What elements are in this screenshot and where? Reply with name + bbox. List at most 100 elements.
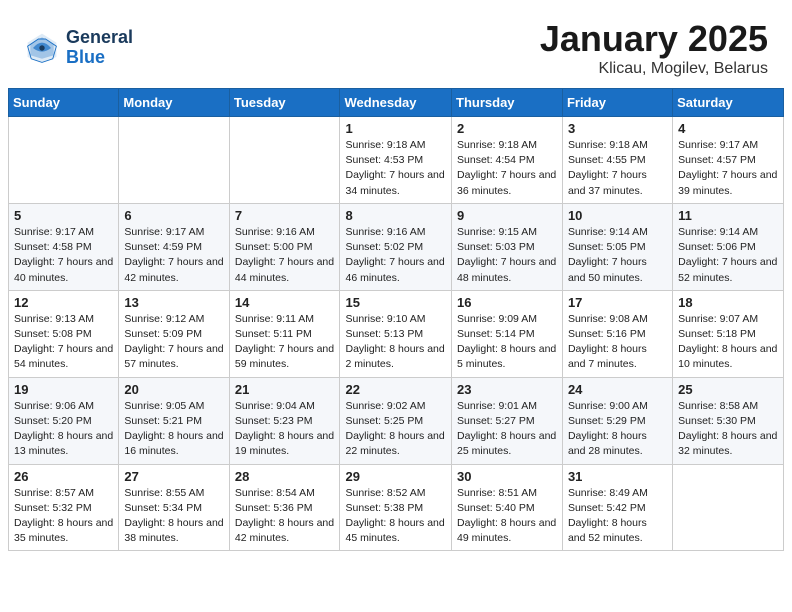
calendar-cell: 14 Sunrise: 9:11 AMSunset: 5:11 PMDayligh… xyxy=(229,290,340,377)
day-number: 3 xyxy=(568,121,667,136)
weekday-header-tuesday: Tuesday xyxy=(229,89,340,117)
day-info: Sunrise: 9:14 AMSunset: 5:06 PMDaylight:… xyxy=(678,225,778,286)
day-number: 31 xyxy=(568,469,667,484)
day-number: 13 xyxy=(124,295,223,310)
calendar-cell: 17 Sunrise: 9:08 AMSunset: 5:16 PMDayligh… xyxy=(562,290,672,377)
day-info: Sunrise: 9:01 AMSunset: 5:27 PMDaylight:… xyxy=(457,399,557,460)
day-info: Sunrise: 9:16 AMSunset: 5:00 PMDaylight:… xyxy=(235,225,335,286)
day-number: 10 xyxy=(568,208,667,223)
day-info: Sunrise: 9:18 AMSunset: 4:54 PMDaylight:… xyxy=(457,138,557,199)
calendar-cell xyxy=(119,117,229,204)
day-number: 4 xyxy=(678,121,778,136)
day-info: Sunrise: 9:02 AMSunset: 5:25 PMDaylight:… xyxy=(345,399,446,460)
day-number: 26 xyxy=(14,469,113,484)
day-number: 24 xyxy=(568,382,667,397)
calendar-week-3: 12 Sunrise: 9:13 AMSunset: 5:08 PMDayligh… xyxy=(9,290,784,377)
day-number: 6 xyxy=(124,208,223,223)
calendar-cell: 4 Sunrise: 9:17 AMSunset: 4:57 PMDaylight… xyxy=(673,117,784,204)
calendar-cell: 18Sunrise: 9:07 AMSunset: 5:18 PMDayligh… xyxy=(673,290,784,377)
day-info: Sunrise: 9:16 AMSunset: 5:02 PMDaylight:… xyxy=(345,225,446,286)
day-info: Sunrise: 9:17 AMSunset: 4:57 PMDaylight:… xyxy=(678,138,778,199)
calendar-cell: 19Sunrise: 9:06 AMSunset: 5:20 PMDayligh… xyxy=(9,377,119,464)
weekday-header: SundayMondayTuesdayWednesdayThursdayFrid… xyxy=(9,89,784,117)
weekday-header-monday: Monday xyxy=(119,89,229,117)
calendar-week-5: 26 Sunrise: 8:57 AMSunset: 5:32 PMDayligh… xyxy=(9,464,784,551)
day-info: Sunrise: 9:15 AMSunset: 5:03 PMDaylight:… xyxy=(457,225,557,286)
day-number: 1 xyxy=(345,121,446,136)
day-info: Sunrise: 8:55 AMSunset: 5:34 PMDaylight:… xyxy=(124,486,223,547)
location: Klicau, Mogilev, Belarus xyxy=(540,60,768,78)
day-number: 5 xyxy=(14,208,113,223)
day-number: 15 xyxy=(345,295,446,310)
calendar-cell: 27 Sunrise: 8:55 AMSunset: 5:34 PMDayligh… xyxy=(119,464,229,551)
calendar-week-4: 19Sunrise: 9:06 AMSunset: 5:20 PMDayligh… xyxy=(9,377,784,464)
day-info: Sunrise: 9:13 AMSunset: 5:08 PMDaylight:… xyxy=(14,312,113,373)
calendar-cell: 29 Sunrise: 8:52 AMSunset: 5:38 PMDayligh… xyxy=(340,464,452,551)
day-number: 12 xyxy=(14,295,113,310)
weekday-header-friday: Friday xyxy=(562,89,672,117)
calendar-cell: 30 Sunrise: 8:51 AMSunset: 5:40 PMDayligh… xyxy=(452,464,563,551)
calendar-table: SundayMondayTuesdayWednesdayThursdayFrid… xyxy=(8,88,784,551)
calendar-cell: 15Sunrise: 9:10 AMSunset: 5:13 PMDayligh… xyxy=(340,290,452,377)
day-number: 23 xyxy=(457,382,557,397)
calendar-cell: 28Sunrise: 8:54 AMSunset: 5:36 PMDayligh… xyxy=(229,464,340,551)
calendar-cell: 31 Sunrise: 8:49 AMSunset: 5:42 PMDayligh… xyxy=(562,464,672,551)
weekday-header-saturday: Saturday xyxy=(673,89,784,117)
calendar-cell: 6 Sunrise: 9:17 AMSunset: 4:59 PMDaylight… xyxy=(119,203,229,290)
day-number: 25 xyxy=(678,382,778,397)
day-number: 19 xyxy=(14,382,113,397)
day-number: 17 xyxy=(568,295,667,310)
day-info: Sunrise: 8:49 AMSunset: 5:42 PMDaylight:… xyxy=(568,486,667,547)
day-info: Sunrise: 9:05 AMSunset: 5:21 PMDaylight:… xyxy=(124,399,223,460)
day-number: 7 xyxy=(235,208,335,223)
calendar-cell: 26 Sunrise: 8:57 AMSunset: 5:32 PMDayligh… xyxy=(9,464,119,551)
month-title: January 2025 xyxy=(540,18,768,60)
logo-line2: Blue xyxy=(66,48,133,68)
logo: General Blue xyxy=(24,28,133,68)
day-number: 14 xyxy=(235,295,335,310)
day-number: 20 xyxy=(124,382,223,397)
calendar-cell: 9 Sunrise: 9:15 AMSunset: 5:03 PMDaylight… xyxy=(452,203,563,290)
calendar-body: 1 Sunrise: 9:18 AMSunset: 4:53 PMDaylight… xyxy=(9,117,784,551)
day-number: 30 xyxy=(457,469,557,484)
day-info: Sunrise: 8:57 AMSunset: 5:32 PMDaylight:… xyxy=(14,486,113,547)
day-number: 16 xyxy=(457,295,557,310)
day-info: Sunrise: 9:14 AMSunset: 5:05 PMDaylight:… xyxy=(568,225,667,286)
calendar-cell: 10 Sunrise: 9:14 AMSunset: 5:05 PMDayligh… xyxy=(562,203,672,290)
day-number: 29 xyxy=(345,469,446,484)
day-info: Sunrise: 9:11 AMSunset: 5:11 PMDaylight:… xyxy=(235,312,335,373)
calendar-cell: 25 Sunrise: 8:58 AMSunset: 5:30 PMDayligh… xyxy=(673,377,784,464)
calendar-cell: 13 Sunrise: 9:12 AMSunset: 5:09 PMDayligh… xyxy=(119,290,229,377)
day-info: Sunrise: 9:08 AMSunset: 5:16 PMDaylight:… xyxy=(568,312,667,373)
calendar-cell: 5Sunrise: 9:17 AMSunset: 4:58 PMDaylight… xyxy=(9,203,119,290)
calendar-cell xyxy=(229,117,340,204)
calendar-cell: 2 Sunrise: 9:18 AMSunset: 4:54 PMDaylight… xyxy=(452,117,563,204)
day-info: Sunrise: 9:09 AMSunset: 5:14 PMDaylight:… xyxy=(457,312,557,373)
weekday-header-sunday: Sunday xyxy=(9,89,119,117)
day-info: Sunrise: 9:04 AMSunset: 5:23 PMDaylight:… xyxy=(235,399,335,460)
weekday-header-wednesday: Wednesday xyxy=(340,89,452,117)
day-info: Sunrise: 8:52 AMSunset: 5:38 PMDaylight:… xyxy=(345,486,446,547)
day-info: Sunrise: 9:00 AMSunset: 5:29 PMDaylight:… xyxy=(568,399,667,460)
calendar-cell: 23 Sunrise: 9:01 AMSunset: 5:27 PMDayligh… xyxy=(452,377,563,464)
day-info: Sunrise: 9:17 AMSunset: 4:59 PMDaylight:… xyxy=(124,225,223,286)
day-number: 22 xyxy=(345,382,446,397)
logo-text: General Blue xyxy=(66,28,133,68)
calendar-week-2: 5Sunrise: 9:17 AMSunset: 4:58 PMDaylight… xyxy=(9,203,784,290)
day-info: Sunrise: 8:58 AMSunset: 5:30 PMDaylight:… xyxy=(678,399,778,460)
day-number: 9 xyxy=(457,208,557,223)
day-info: Sunrise: 8:51 AMSunset: 5:40 PMDaylight:… xyxy=(457,486,557,547)
day-number: 2 xyxy=(457,121,557,136)
calendar-cell: 20 Sunrise: 9:05 AMSunset: 5:21 PMDayligh… xyxy=(119,377,229,464)
day-number: 11 xyxy=(678,208,778,223)
calendar-cell: 11 Sunrise: 9:14 AMSunset: 5:06 PMDayligh… xyxy=(673,203,784,290)
calendar-cell: 24 Sunrise: 9:00 AMSunset: 5:29 PMDayligh… xyxy=(562,377,672,464)
day-number: 27 xyxy=(124,469,223,484)
day-info: Sunrise: 9:12 AMSunset: 5:09 PMDaylight:… xyxy=(124,312,223,373)
calendar-cell: 8 Sunrise: 9:16 AMSunset: 5:02 PMDaylight… xyxy=(340,203,452,290)
day-number: 8 xyxy=(345,208,446,223)
logo-icon xyxy=(24,30,60,66)
calendar-cell: 21Sunrise: 9:04 AMSunset: 5:23 PMDayligh… xyxy=(229,377,340,464)
day-info: Sunrise: 9:18 AMSunset: 4:53 PMDaylight:… xyxy=(345,138,446,199)
day-info: Sunrise: 9:07 AMSunset: 5:18 PMDaylight:… xyxy=(678,312,778,373)
